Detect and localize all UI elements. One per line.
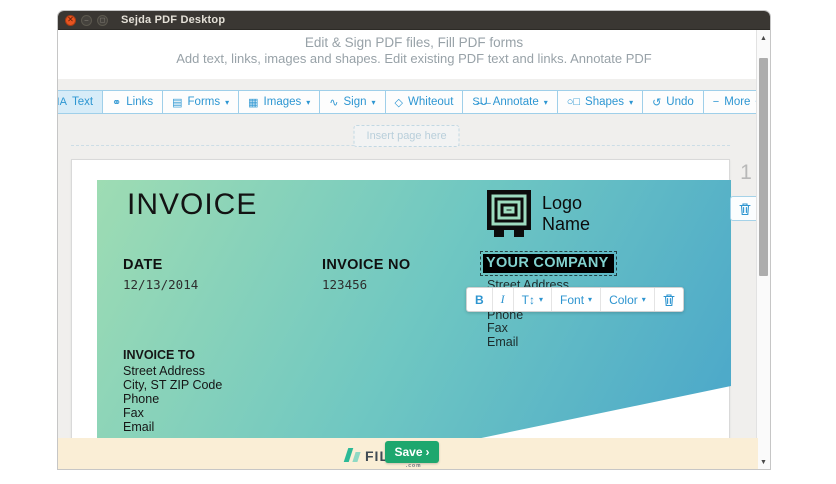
toolbar-label: Images	[264, 96, 302, 108]
text-format-toolbar: B I T↕ ▾ Font ▾ Color ▾	[466, 287, 684, 312]
chevron-down-icon: ▾	[306, 98, 310, 107]
strikethrough-icon: S̶U̶	[472, 96, 487, 108]
shapes-icon: ○□	[567, 96, 580, 108]
company-email: Email	[487, 335, 518, 349]
delete-text-button[interactable]	[655, 288, 683, 311]
toolbar-label: Sign	[344, 96, 367, 108]
scrollbar-thumb[interactable]	[759, 58, 768, 276]
chevron-down-icon: ▾	[372, 98, 376, 107]
toolbar-label: Text	[72, 96, 93, 108]
company-fax: Fax	[487, 321, 508, 335]
font-button-label: Font	[560, 293, 584, 307]
invoice-to-city: City, ST ZIP Code	[123, 378, 222, 392]
date-label: DATE	[123, 257, 198, 273]
scroll-up-arrow[interactable]: ▲	[757, 35, 770, 42]
invoice-to-phone: Phone	[123, 392, 222, 406]
minimize-icon: –	[85, 17, 89, 24]
toolbar-label: Forms	[188, 96, 221, 108]
minimize-button[interactable]: –	[81, 15, 92, 26]
whiteout-icon: ◇	[395, 96, 403, 109]
header-tagline-2: Add text, links, images and shapes. Edit…	[58, 51, 770, 66]
invoice-to-label: INVOICE TO	[123, 348, 222, 362]
toolbar-button-shapes[interactable]: ○□ Shapes ▾	[557, 90, 643, 114]
save-button-label: Save	[394, 445, 422, 459]
logo-line-2: Name	[542, 214, 590, 235]
insert-page-button[interactable]: Insert page here	[354, 125, 460, 147]
signature-icon: ∿	[329, 96, 338, 109]
link-icon: ⚭	[112, 96, 121, 109]
chevron-down-icon: ▾	[642, 295, 646, 304]
close-icon: ✕	[67, 16, 74, 24]
vertical-scrollbar: ▲ ▼	[756, 30, 770, 470]
toolbar-label: Whiteout	[408, 96, 453, 108]
toolbar-label: Links	[126, 96, 153, 108]
undo-icon: ↺	[652, 96, 661, 109]
bold-button[interactable]: B	[467, 288, 493, 311]
close-button[interactable]: ✕	[65, 15, 76, 26]
chevron-down-icon: ▾	[629, 98, 633, 107]
screenshot-stage: ✕ – ◻ Sejda PDF Desktop Edit & Sign PDF …	[0, 0, 836, 484]
text-icon: ΙA	[57, 96, 67, 108]
color-button-label: Color	[609, 293, 638, 307]
maximize-icon: ◻	[100, 17, 106, 24]
color-button[interactable]: Color ▾	[601, 288, 655, 311]
toolbar-button-forms[interactable]: ▤ Forms ▾	[162, 90, 239, 114]
delete-page-button[interactable]	[730, 196, 759, 221]
page-number: 1	[734, 161, 758, 185]
chevron-down-icon: ▾	[225, 98, 229, 107]
invoice-to-fax: Fax	[123, 406, 222, 420]
header-tagline-1: Edit & Sign PDF files, Fill PDF forms	[58, 35, 770, 50]
toolbar-button-images[interactable]: ▦ Images ▾	[238, 90, 320, 114]
chevron-down-icon: ▾	[588, 295, 592, 304]
invoice-to-street: Street Address	[123, 364, 222, 378]
font-button[interactable]: Font ▾	[552, 288, 601, 311]
title-bar: ✕ – ◻ Sejda PDF Desktop	[58, 11, 770, 30]
font-size-icon: T↕	[522, 293, 535, 307]
toolbar-button-annotate[interactable]: S̶U̶ Annotate ▾	[462, 90, 557, 114]
form-icon: ▤	[172, 96, 182, 109]
more-icon: −	[713, 96, 719, 108]
company-block: YOUR COMPANY	[483, 254, 614, 273]
invoice-no-label: INVOICE NO	[322, 257, 410, 273]
image-icon: ▦	[248, 96, 258, 109]
font-size-button[interactable]: T↕ ▾	[514, 288, 552, 311]
invoice-template: INVOICE Logo Name	[97, 180, 731, 470]
toolbar-label: Undo	[666, 96, 694, 108]
toolbar-button-undo[interactable]: ↺ Undo	[642, 90, 704, 114]
toolbar-label: Shapes	[585, 96, 624, 108]
toolbar-label: More	[724, 96, 750, 108]
toolbar-label: Annotate	[493, 96, 539, 108]
app-window: ✕ – ◻ Sejda PDF Desktop Edit & Sign PDF …	[57, 10, 771, 470]
maze-logo-icon	[487, 190, 531, 238]
logo-text: Logo Name	[542, 193, 590, 235]
date-field: DATE 12/13/2014	[123, 257, 198, 292]
trash-icon	[739, 202, 751, 216]
window-title: Sejda PDF Desktop	[121, 14, 225, 26]
chevron-down-icon: ▾	[544, 98, 548, 107]
logo-line-1: Logo	[542, 193, 590, 214]
italic-button[interactable]: I	[493, 288, 514, 311]
invoice-title: INVOICE	[127, 188, 257, 222]
selected-text-your-company[interactable]: YOUR COMPANY	[483, 254, 614, 273]
trash-icon	[663, 293, 675, 307]
scroll-down-arrow[interactable]: ▼	[757, 459, 770, 466]
toolbar-button-links[interactable]: ⚭ Links	[102, 90, 163, 114]
toolbar-button-sign[interactable]: ∿ Sign ▾	[319, 90, 385, 114]
chevron-right-icon: ›	[426, 445, 430, 459]
invoice-to-email: Email	[123, 420, 222, 434]
filecr-logo-icon	[352, 452, 360, 462]
save-button[interactable]: Save ›	[385, 441, 439, 463]
invoice-no-field: INVOICE NO 123456	[322, 257, 410, 292]
toolbar-button-whiteout[interactable]: ◇ Whiteout	[385, 90, 464, 114]
invoice-to-block: INVOICE TO Street Address City, ST ZIP C…	[123, 348, 222, 434]
main-toolbar: ΙA Text ⚭ Links ▤ Forms ▾ ▦ Images ▾ ∿ S…	[58, 90, 758, 114]
logo-block: Logo Name	[487, 190, 590, 238]
toolbar-button-text[interactable]: ΙA Text	[57, 90, 103, 114]
pdf-page: INVOICE Logo Name	[71, 159, 730, 470]
date-value: 12/13/2014	[123, 277, 198, 292]
chevron-down-icon: ▾	[539, 295, 543, 304]
maximize-button[interactable]: ◻	[97, 15, 108, 26]
invoice-no-value: 123456	[322, 277, 410, 292]
